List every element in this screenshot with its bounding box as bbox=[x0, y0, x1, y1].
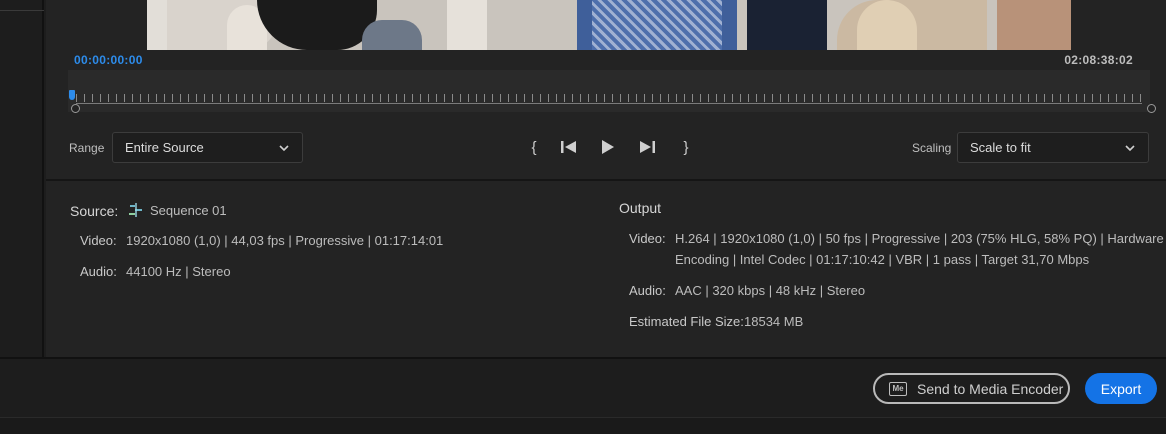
mark-out-icon: } bbox=[683, 138, 689, 156]
timeline-scrubber[interactable] bbox=[68, 70, 1156, 113]
sequence-name: Sequence 01 bbox=[150, 202, 227, 218]
send-to-media-encoder-button[interactable]: Me Send to Media Encoder bbox=[873, 373, 1070, 404]
output-heading: Output bbox=[619, 200, 662, 216]
range-dropdown[interactable]: Entire Source bbox=[112, 132, 303, 163]
output-audio-value: AAC | 320 kbps | 48 kHz | Stereo bbox=[675, 283, 866, 298]
range-value: Entire Source bbox=[125, 140, 204, 155]
range-in-handle[interactable] bbox=[71, 104, 80, 113]
play-icon bbox=[602, 140, 614, 154]
mark-out-button[interactable]: } bbox=[674, 135, 698, 159]
source-sequence: Sequence 01 bbox=[128, 202, 227, 218]
chevron-down-icon bbox=[279, 144, 289, 151]
media-encoder-icon: Me bbox=[889, 381, 907, 396]
output-video-line2: Encoding | Intel Codec | 01:17:10:42 | V… bbox=[675, 252, 1090, 267]
play-button[interactable] bbox=[594, 135, 620, 159]
playhead-handle[interactable] bbox=[69, 90, 75, 100]
timecode-duration: 02:08:38:02 bbox=[1064, 53, 1133, 67]
source-video-value: 1920x1080 (1,0) | 44,03 fps | Progressiv… bbox=[126, 233, 444, 248]
output-audio-label: Audio: bbox=[629, 283, 666, 298]
status-strip bbox=[0, 417, 1166, 434]
section-divider bbox=[46, 179, 1166, 181]
send-to-media-encoder-label: Send to Media Encoder bbox=[917, 380, 1064, 397]
output-video-line1: H.264 | 1920x1080 (1,0) | 50 fps | Progr… bbox=[675, 231, 1164, 246]
source-video-label: Video: bbox=[80, 233, 117, 248]
filesize-label: Estimated File Size: bbox=[629, 314, 744, 329]
source-heading: Source: bbox=[70, 203, 119, 219]
source-audio-value: 44100 Hz | Stereo bbox=[126, 264, 231, 279]
timecode-current: 00:00:00:00 bbox=[74, 53, 143, 67]
source-audio-label: Audio: bbox=[80, 264, 117, 279]
mark-in-button[interactable]: { bbox=[522, 135, 546, 159]
transport-controls: { } bbox=[522, 135, 702, 159]
sequence-icon bbox=[129, 203, 142, 217]
video-preview bbox=[147, 0, 1071, 50]
timeline-baseline bbox=[76, 103, 1142, 104]
step-back-button[interactable] bbox=[556, 135, 582, 159]
range-out-handle[interactable] bbox=[1147, 104, 1156, 113]
export-label: Export bbox=[1100, 380, 1142, 397]
timeline-ticks bbox=[76, 94, 1142, 102]
output-video-label: Video: bbox=[629, 231, 666, 246]
left-panel bbox=[0, 0, 44, 357]
step-forward-icon bbox=[640, 141, 655, 153]
mark-in-icon: { bbox=[531, 138, 537, 156]
chevron-down-icon bbox=[1125, 144, 1135, 151]
export-main-panel: 00:00:00:00 02:08:38:02 Range Entire Sou… bbox=[46, 0, 1166, 357]
export-button[interactable]: Export bbox=[1085, 373, 1157, 404]
scaling-label: Scaling bbox=[912, 141, 952, 155]
scaling-dropdown[interactable]: Scale to fit bbox=[957, 132, 1149, 163]
scaling-value: Scale to fit bbox=[970, 140, 1031, 155]
step-forward-button[interactable] bbox=[634, 135, 660, 159]
step-back-icon bbox=[561, 141, 576, 153]
filesize-value: 18534 MB bbox=[744, 314, 804, 329]
range-label: Range bbox=[69, 141, 105, 155]
